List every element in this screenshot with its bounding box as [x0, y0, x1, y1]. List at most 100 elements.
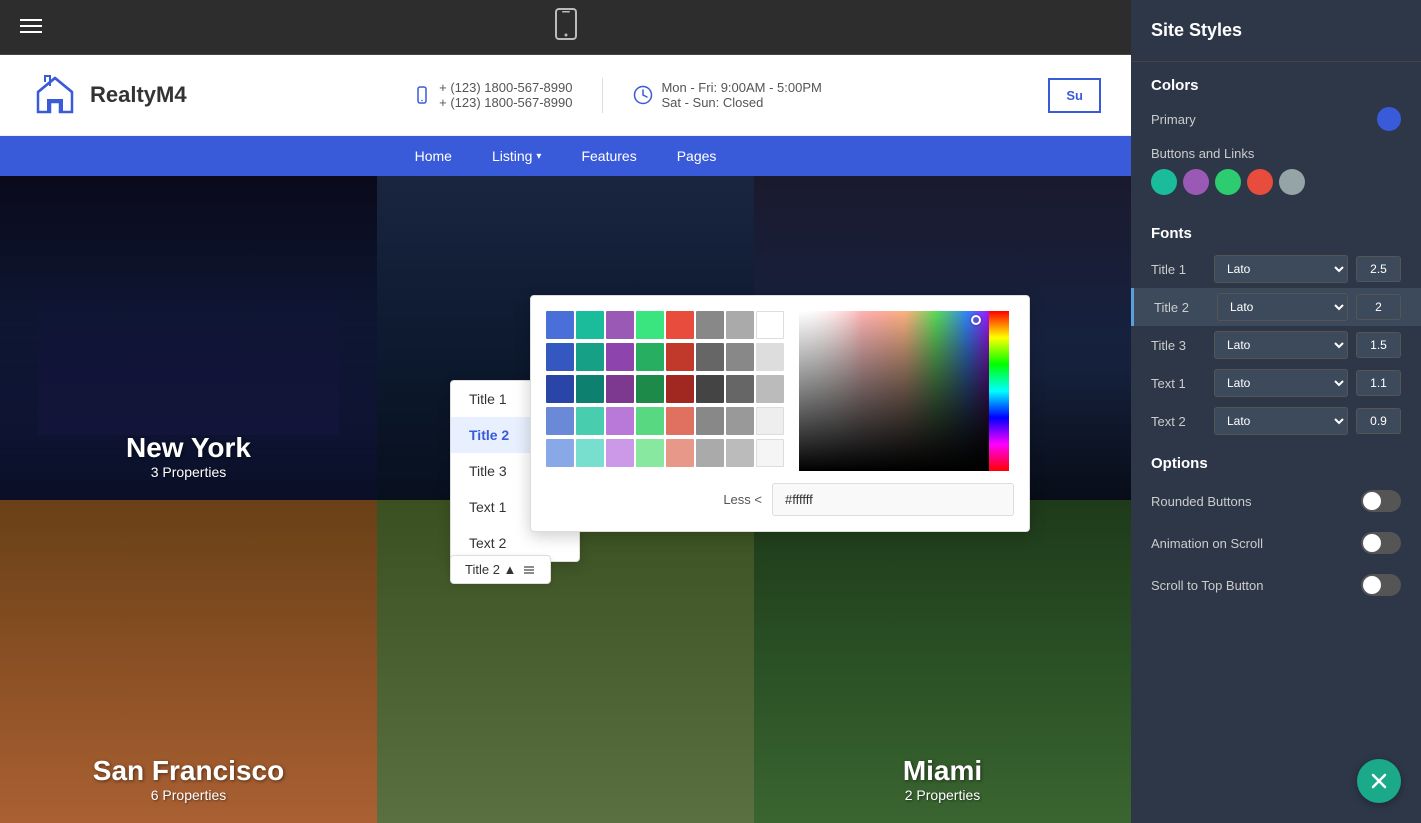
color-gradient-picker[interactable] — [799, 311, 1009, 471]
nav-home[interactable]: Home — [415, 148, 452, 164]
font-label-title3: Title 3 — [1151, 338, 1206, 353]
font-row-text2: Text 2 Lato 0.9 — [1131, 402, 1421, 440]
font-select-text1[interactable]: Lato — [1214, 369, 1348, 397]
palette-cell[interactable] — [756, 375, 784, 403]
city-props-sf: 6 Properties — [0, 787, 377, 803]
city-sf-info: San Francisco 6 Properties — [0, 755, 377, 803]
swatch-red[interactable] — [1247, 169, 1273, 195]
logo-icon — [30, 70, 80, 120]
selected-tag-label: Title 2 ▲ — [465, 562, 516, 577]
primary-color-swatch[interactable] — [1377, 107, 1401, 131]
city-card-new-york[interactable]: New York 3 Properties — [0, 176, 377, 500]
close-panel-button[interactable] — [1357, 759, 1401, 803]
font-size-title2[interactable]: 2 — [1356, 294, 1401, 320]
palette-cell[interactable] — [576, 375, 604, 403]
option-scroll-top: Scroll to Top Button — [1131, 564, 1421, 606]
palette-cell[interactable] — [696, 375, 724, 403]
title2-selected-tag[interactable]: Title 2 ▲ — [450, 555, 551, 584]
cta-button[interactable]: Su — [1048, 78, 1101, 113]
site-logo: RealtyM4 — [30, 70, 187, 120]
font-select-title3[interactable]: Lato — [1214, 331, 1348, 359]
swatch-purple[interactable] — [1183, 169, 1209, 195]
palette-cell[interactable] — [756, 311, 784, 339]
city-name-sf: San Francisco — [0, 755, 377, 787]
palette-cell[interactable] — [576, 439, 604, 467]
city-card-miami[interactable]: Miami 2 Properties — [754, 500, 1131, 823]
hex-color-input[interactable]: #ffffff — [772, 483, 1014, 516]
site-header: RealtyM4 + (123) 1800-567-8990 + (123) 1… — [0, 55, 1131, 136]
swatch-green[interactable] — [1215, 169, 1241, 195]
font-size-text1[interactable]: 1.1 — [1356, 370, 1401, 396]
font-select-text2[interactable]: Lato — [1214, 407, 1348, 435]
palette-cell[interactable] — [666, 375, 694, 403]
palette-cell[interactable] — [666, 439, 694, 467]
device-icon[interactable] — [555, 8, 577, 46]
palette-cell[interactable] — [546, 407, 574, 435]
toggle-knob-rounded — [1363, 492, 1381, 510]
site-contact: + (123) 1800-567-8990 + (123) 1800-567-8… — [413, 78, 822, 113]
palette-cell[interactable] — [726, 311, 754, 339]
font-size-title1[interactable]: 2.5 — [1356, 256, 1401, 282]
city-props-ny: 3 Properties — [0, 464, 377, 480]
palette-swatches — [546, 311, 784, 471]
palette-cell[interactable] — [606, 375, 634, 403]
palette-cell[interactable] — [606, 311, 634, 339]
option-label-animation: Animation on Scroll — [1151, 536, 1263, 551]
option-animation-scroll: Animation on Scroll — [1131, 522, 1421, 564]
colors-section-title: Colors — [1131, 62, 1421, 102]
palette-cell[interactable] — [726, 375, 754, 403]
palette-cell[interactable] — [756, 343, 784, 371]
nav-listing[interactable]: Listing ▾ — [492, 148, 542, 164]
palette-cell[interactable] — [726, 407, 754, 435]
palette-cell[interactable] — [696, 311, 724, 339]
hamburger-menu[interactable] — [20, 15, 42, 37]
picker-less-btn[interactable]: Less < — [546, 492, 762, 507]
site-styles-panel: Site Styles Colors Primary Buttons and L… — [1131, 0, 1421, 823]
palette-cell[interactable] — [636, 439, 664, 467]
toggle-knob-animation — [1363, 534, 1381, 552]
palette-cell[interactable] — [546, 375, 574, 403]
palette-cell[interactable] — [696, 407, 724, 435]
swatch-teal[interactable] — [1151, 169, 1177, 195]
option-label-scroll-top: Scroll to Top Button — [1151, 578, 1264, 593]
palette-cell[interactable] — [756, 439, 784, 467]
swatch-gray[interactable] — [1279, 169, 1305, 195]
toggle-rounded-buttons[interactable] — [1361, 490, 1401, 512]
palette-cell[interactable] — [666, 343, 694, 371]
gradient-picker-dot[interactable] — [971, 315, 981, 325]
palette-cell[interactable] — [696, 343, 724, 371]
palette-cell[interactable] — [606, 407, 634, 435]
palette-cell[interactable] — [666, 407, 694, 435]
palette-cell[interactable] — [576, 311, 604, 339]
palette-cell[interactable] — [636, 407, 664, 435]
palette-cell[interactable] — [756, 407, 784, 435]
palette-cell[interactable] — [606, 343, 634, 371]
palette-cell[interactable] — [546, 311, 574, 339]
palette-cell[interactable] — [606, 439, 634, 467]
font-select-title1[interactable]: Lato — [1214, 255, 1348, 283]
font-size-text2[interactable]: 0.9 — [1356, 408, 1401, 434]
nav-features[interactable]: Features — [581, 148, 636, 164]
tag-menu-icon — [522, 563, 536, 577]
font-select-title2[interactable]: Lato — [1217, 293, 1348, 321]
nav-pages[interactable]: Pages — [677, 148, 717, 164]
font-row-title1: Title 1 Lato 2.5 — [1131, 250, 1421, 288]
palette-cell[interactable] — [726, 439, 754, 467]
palette-cell[interactable] — [636, 311, 664, 339]
palette-cell[interactable] — [576, 343, 604, 371]
palette-cell[interactable] — [696, 439, 724, 467]
palette-cell[interactable] — [636, 343, 664, 371]
palette-cell[interactable] — [636, 375, 664, 403]
palette-cell[interactable] — [546, 439, 574, 467]
phone-icon — [413, 86, 431, 104]
font-size-title3[interactable]: 1.5 — [1356, 332, 1401, 358]
toggle-animation-scroll[interactable] — [1361, 532, 1401, 554]
palette-cell[interactable] — [726, 343, 754, 371]
palette-cell[interactable] — [666, 311, 694, 339]
palette-cell[interactable] — [546, 343, 574, 371]
city-card-san-francisco[interactable]: San Francisco 6 Properties — [0, 500, 377, 823]
toggle-scroll-top[interactable] — [1361, 574, 1401, 596]
color-picker-popup: Less < #ffffff — [530, 295, 1030, 532]
buttons-links-label: Buttons and Links — [1131, 141, 1421, 169]
palette-cell[interactable] — [576, 407, 604, 435]
